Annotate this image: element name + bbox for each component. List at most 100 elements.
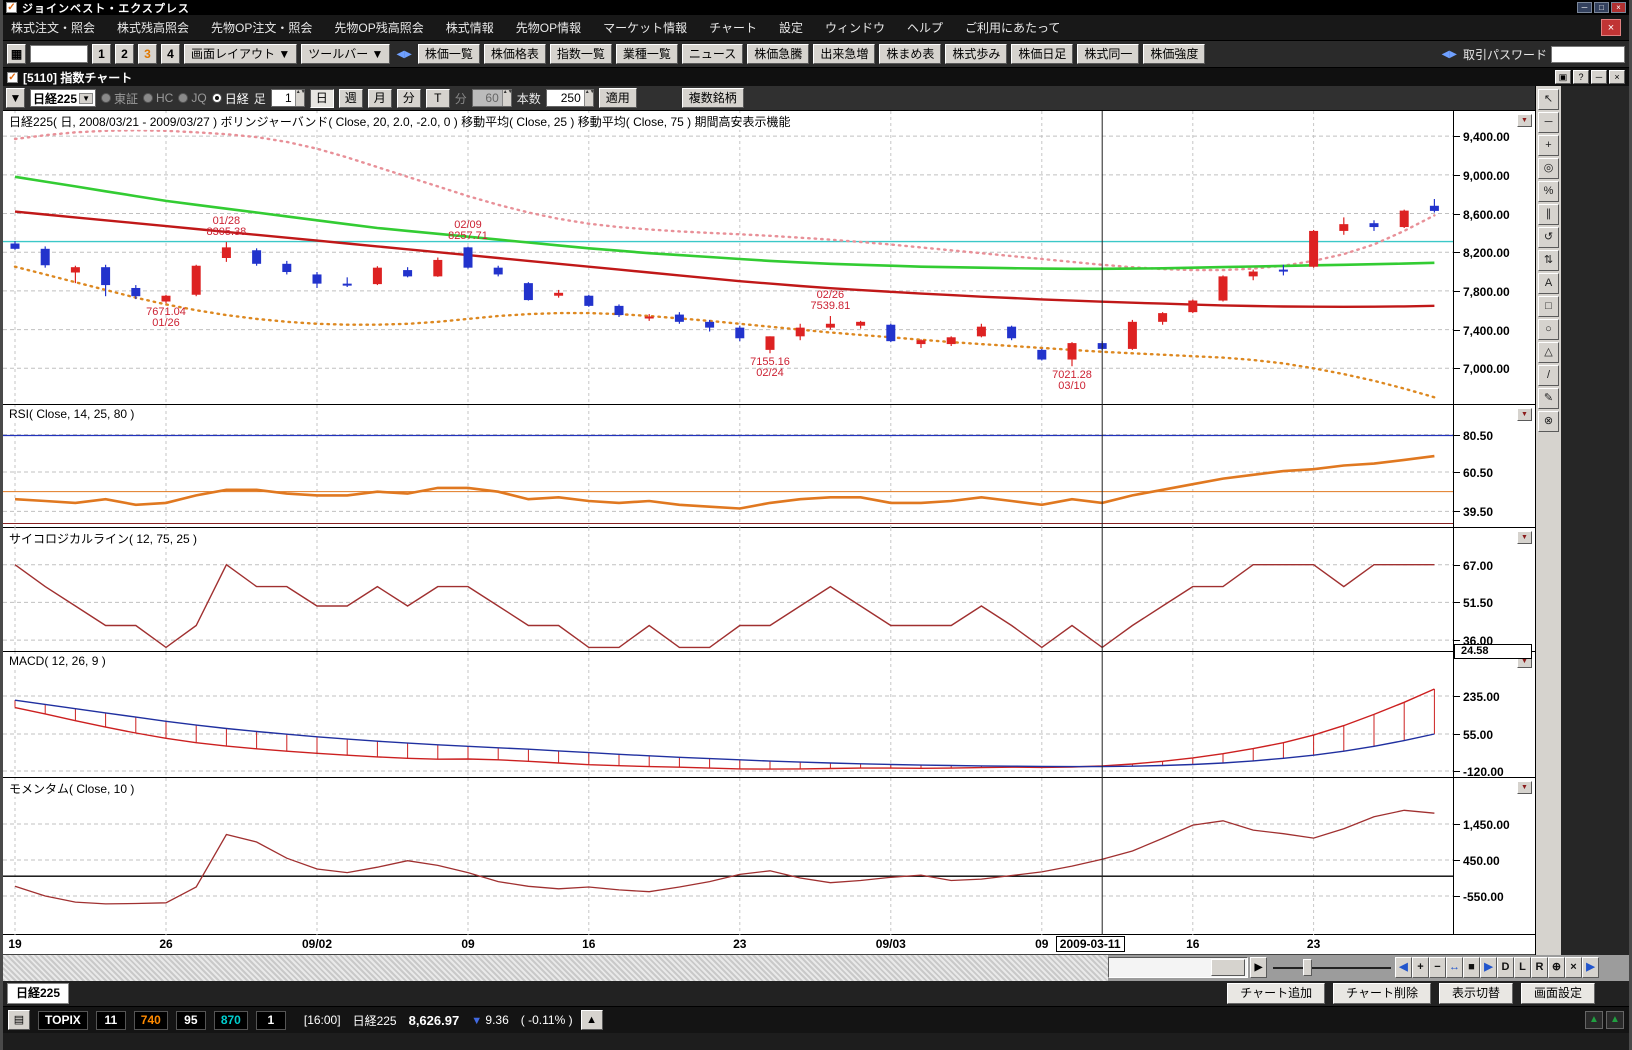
menubar-close-button[interactable]: × — [1601, 19, 1621, 36]
menu-item-3[interactable]: 先物OP残高照会 — [334, 19, 423, 36]
menu-item-6[interactable]: マーケット情報 — [603, 19, 687, 36]
multi-symbol-button[interactable]: 複数銘柄 — [681, 88, 744, 108]
zoom-in-bars-button[interactable]: + — [1412, 957, 1429, 978]
play-button[interactable]: ▶ — [1480, 957, 1497, 978]
ellipse-icon[interactable]: ○ — [1538, 319, 1559, 340]
trend-line-icon[interactable]: ─ — [1538, 112, 1559, 133]
quick-button-8[interactable]: 株式歩み — [945, 44, 1008, 64]
fibonacci-icon[interactable]: / — [1538, 365, 1559, 386]
delete-icon[interactable]: ⊗ — [1538, 411, 1559, 432]
quick-button-6[interactable]: 出来急増 — [813, 44, 876, 64]
slider-thumb[interactable] — [1303, 959, 1312, 976]
quick-button-1[interactable]: 株価格表 — [483, 44, 546, 64]
menu-item-1[interactable]: 株式残高照会 — [117, 19, 189, 36]
trade-password-input[interactable] — [1551, 45, 1625, 63]
chart-window-titlebar[interactable]: ✓ [5110] 指数チャート ▣? ─ × — [3, 68, 1629, 86]
left-scale-button[interactable]: L — [1514, 957, 1531, 978]
chart-window-cascade-button[interactable]: ▣ — [1555, 70, 1571, 84]
period-button-週[interactable]: 週 — [338, 88, 363, 108]
zoom-out-bars-button[interactable]: − — [1429, 957, 1446, 978]
menu-item-8[interactable]: 設定 — [779, 19, 803, 36]
layout-name-input[interactable] — [30, 45, 88, 63]
quick-button-7[interactable]: 株まめ表 — [879, 44, 942, 64]
triangle-icon[interactable]: △ — [1538, 342, 1559, 363]
chart-window-close-button[interactable]: × — [1609, 70, 1625, 84]
minute-spinner[interactable]: ▲▼ — [501, 90, 513, 106]
footer-button-1[interactable]: チャート削除 — [1333, 983, 1431, 1004]
workspace-3-button[interactable]: 3 — [138, 44, 157, 64]
menu-item-4[interactable]: 株式情報 — [446, 19, 494, 36]
workspace-2-button[interactable]: 2 — [115, 44, 134, 64]
magnify-button[interactable]: ⊕ — [1548, 957, 1565, 978]
pencil-icon[interactable]: ✎ — [1538, 388, 1559, 409]
screen-layout-button[interactable]: 画面レイアウト ▼ — [184, 44, 298, 64]
status-up-button-2[interactable]: ▲ — [1606, 1011, 1624, 1029]
apply-button[interactable]: 適用 — [598, 88, 637, 108]
quick-button-11[interactable]: 株価強度 — [1143, 44, 1206, 64]
app-minimize-button[interactable]: ─ — [1577, 2, 1592, 13]
menu-item-10[interactable]: ヘルプ — [907, 19, 943, 36]
chart-window-help-button[interactable]: ? — [1573, 70, 1589, 84]
fit-width-button[interactable]: ↔ — [1446, 957, 1463, 978]
quick-button-5[interactable]: 株価急騰 — [747, 44, 810, 64]
market-radio-2[interactable]: JQ — [178, 91, 207, 105]
panel-dropdown-button[interactable]: ▼ — [1517, 114, 1532, 127]
parallel-lines-icon[interactable]: ∥ — [1538, 204, 1559, 225]
chart-window-minimize-button[interactable]: ─ — [1591, 70, 1607, 84]
quick-button-2[interactable]: 指数一覧 — [549, 44, 612, 64]
status-up-button-1[interactable]: ▲ — [1585, 1011, 1603, 1029]
quick-button-3[interactable]: 業種一覧 — [615, 44, 678, 64]
market-radio-3[interactable]: 日経 — [211, 90, 249, 107]
crosshair-icon[interactable]: + — [1538, 135, 1559, 156]
minute-input[interactable]: 60 ▲▼ — [471, 89, 513, 107]
bar-width-slider[interactable] — [1273, 957, 1391, 978]
symbol-combobox[interactable]: 日経225 ▼ — [30, 89, 96, 107]
menu-item-11[interactable]: ご利用にあたって — [965, 19, 1060, 36]
quote-scroll-up-button[interactable]: ▲ — [580, 1010, 603, 1030]
quick-button-0[interactable]: 株価一覧 — [417, 44, 480, 64]
app-close-button[interactable]: × — [1611, 2, 1626, 13]
index-selector-topix[interactable]: TOPIX — [38, 1010, 88, 1030]
footer-button-2[interactable]: 表示切替 — [1438, 983, 1513, 1004]
menu-item-9[interactable]: ウィンドウ — [825, 19, 885, 36]
scroll-right-button[interactable]: ▶ — [1250, 957, 1267, 978]
panel-dropdown-button[interactable]: ▼ — [1517, 408, 1532, 421]
status-grid-button[interactable]: ▤ — [8, 1010, 30, 1030]
quick-button-4[interactable]: ニュース — [681, 44, 744, 64]
refresh-icon[interactable]: ↺ — [1538, 227, 1559, 248]
right-scale-button[interactable]: R — [1531, 957, 1548, 978]
quick-button-10[interactable]: 株式同一 — [1077, 44, 1140, 64]
bar-interval-spinner[interactable]: ▲▼ — [294, 90, 306, 106]
pointer-icon[interactable]: ↖ — [1538, 89, 1559, 110]
period-button-分[interactable]: 分 — [396, 88, 421, 108]
workspace-4-button[interactable]: 4 — [161, 44, 180, 64]
period-button-日[interactable]: 日 — [309, 88, 334, 108]
day-mode-button[interactable]: D — [1497, 957, 1514, 978]
rectangle-icon[interactable]: □ — [1538, 296, 1559, 317]
menu-item-5[interactable]: 先物OP情報 — [516, 19, 581, 36]
scroll-left-end-button[interactable]: ◀ — [1395, 957, 1412, 978]
market-radio-0[interactable]: 東証 — [101, 90, 138, 107]
chart-tab-nikkei225[interactable]: 日経225 — [7, 983, 70, 1004]
updown-icon[interactable]: ⇅ — [1538, 250, 1559, 271]
app-maximize-button[interactable]: □ — [1594, 2, 1609, 13]
footer-button-0[interactable]: チャート追加 — [1227, 983, 1326, 1004]
chart-scrollbar-track[interactable] — [1108, 957, 1248, 978]
period-button-T[interactable]: T — [425, 88, 450, 108]
quick-button-9[interactable]: 株価日足 — [1011, 44, 1074, 64]
text-icon[interactable]: A — [1538, 273, 1559, 294]
scroll-right-end-button[interactable]: ▶ — [1582, 957, 1599, 978]
menu-item-0[interactable]: 株式注文・照会 — [11, 19, 95, 36]
menu-item-7[interactable]: チャート — [709, 19, 757, 36]
panel-dropdown-button[interactable]: ▼ — [1517, 531, 1532, 544]
chart-scrollbar-thumb[interactable] — [1211, 959, 1245, 976]
panel-dropdown-button[interactable]: ▼ — [1517, 781, 1532, 794]
close-tool-button[interactable]: × — [1565, 957, 1582, 978]
workspace-1-button[interactable]: 1 — [92, 44, 111, 64]
stop-button[interactable]: ■ — [1463, 957, 1480, 978]
period-button-月[interactable]: 月 — [367, 88, 392, 108]
market-radio-1[interactable]: HC — [143, 91, 173, 105]
alert-icon[interactable]: ◎ — [1538, 158, 1559, 179]
percent-icon[interactable]: % — [1538, 181, 1559, 202]
window-switch-button[interactable]: ▦ — [7, 44, 26, 64]
